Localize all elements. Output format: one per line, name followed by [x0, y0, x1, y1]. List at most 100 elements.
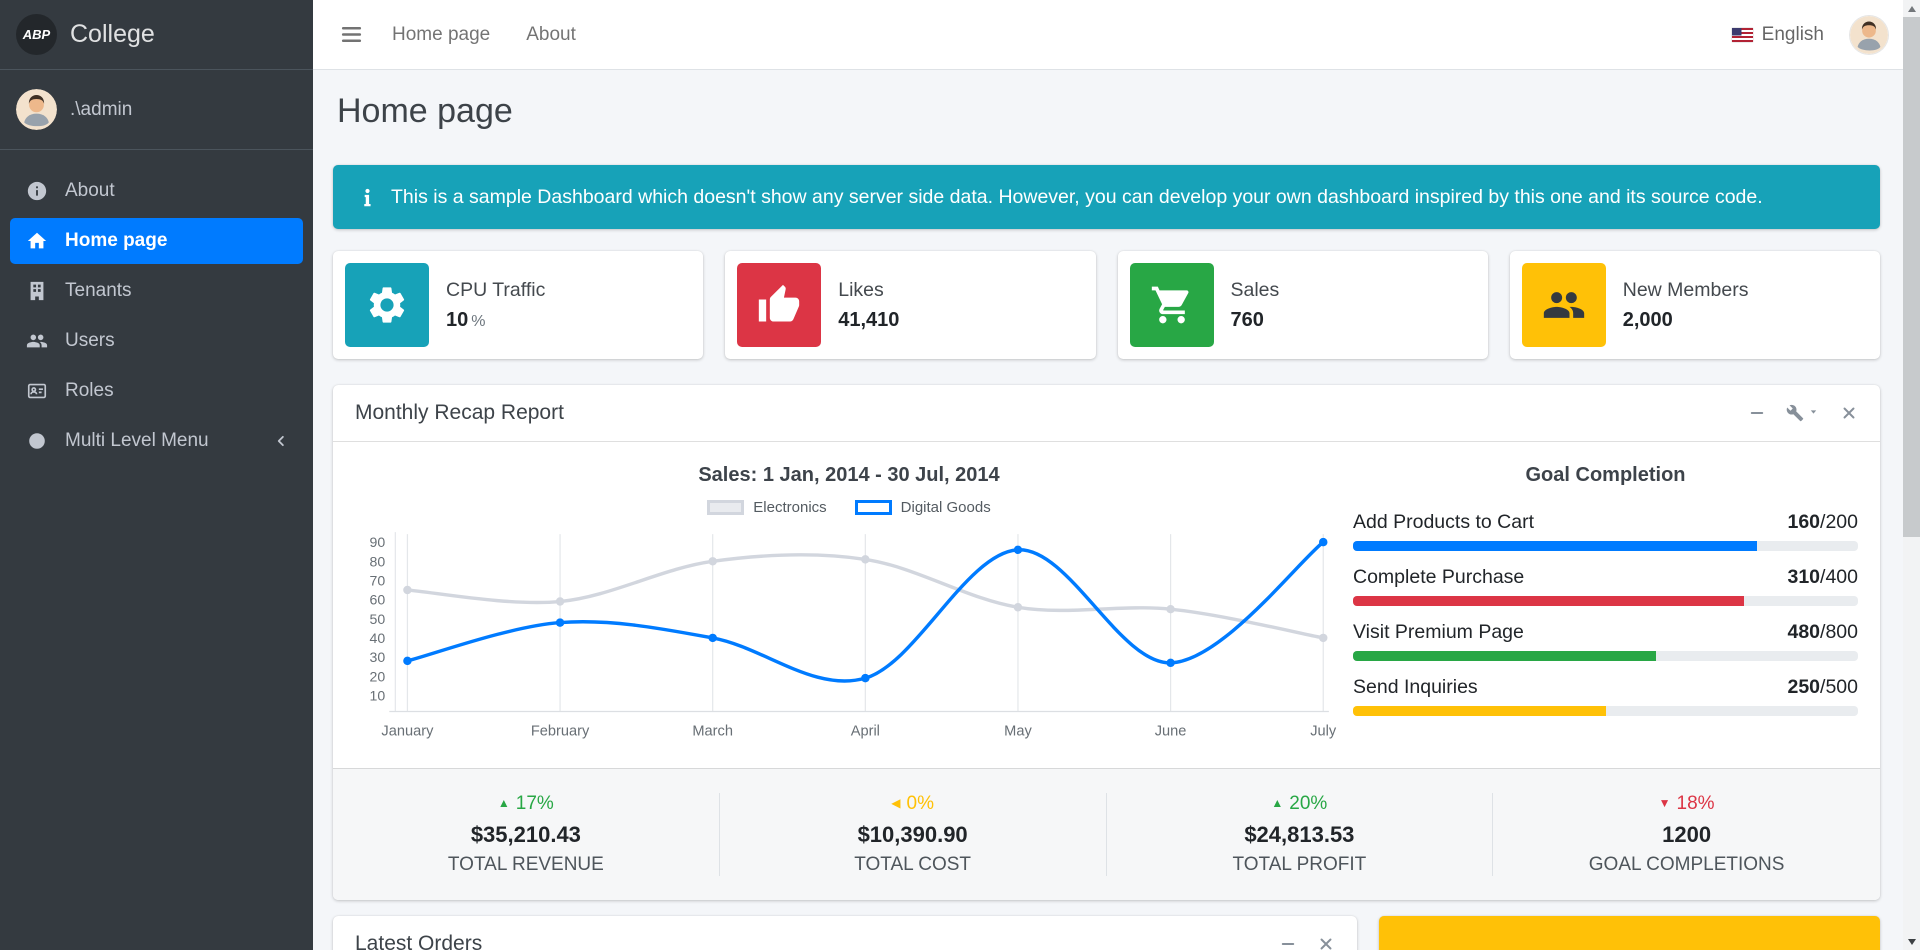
monthly-recap-card: Monthly Recap Report Sales: 1 Jan, 2014 … [333, 385, 1880, 900]
svg-text:60: 60 [370, 592, 386, 608]
sales-chart-title: Sales: 1 Jan, 2014 - 30 Jul, 2014 [698, 464, 1000, 486]
goal-value: 250/500 [1787, 676, 1858, 698]
navbar-link-about[interactable]: About [526, 24, 576, 46]
info-box-label: CPU Traffic [446, 278, 546, 301]
recap-card-header: Monthly Recap Report [333, 385, 1880, 442]
stat-label: TOTAL COST [854, 853, 972, 875]
info-alert: This is a sample Dashboard which doesn't… [333, 165, 1880, 229]
user-avatar[interactable] [16, 89, 57, 130]
scroll-down-button[interactable] [1903, 933, 1920, 950]
top-navbar: Home page About English [313, 0, 1920, 70]
stat-goal-completions: ▼ 18% 1200 GOAL COMPLETIONS [1493, 793, 1880, 876]
language-selector[interactable]: English [1731, 24, 1824, 46]
user-name[interactable]: .\admin [70, 99, 132, 121]
sidebar-item-label: Users [65, 330, 115, 351]
page-title: Home page [337, 92, 513, 130]
stat-label: TOTAL REVENUE [447, 853, 604, 875]
sidebar-item-users[interactable]: Users [10, 318, 303, 364]
scroll-thumb[interactable] [1903, 17, 1920, 537]
brand[interactable]: ABP College [0, 0, 313, 70]
sidebar-nav: About Home page Tenants Users Roles Multi Lev… [0, 150, 313, 464]
svg-text:January: January [381, 724, 434, 740]
collapse-button[interactable] [1279, 935, 1297, 950]
alert-text: This is a sample Dashboard which doesn't… [391, 185, 1763, 208]
svg-text:20: 20 [370, 668, 386, 684]
svg-text:April: April [851, 724, 880, 740]
goal-progress-bar [1353, 596, 1858, 606]
us-flag-icon [1731, 27, 1753, 42]
sidebar-item-label: Multi Level Menu [65, 430, 209, 451]
abp-logo: ABP [16, 14, 57, 55]
goal-visit-premium-page: Visit Premium Page 480/800 [1353, 621, 1858, 661]
legend-swatch [854, 500, 892, 515]
stat-delta: ▲ 20% [1271, 792, 1328, 814]
sidebar-item-about[interactable]: About [10, 168, 303, 214]
caret-down-icon: ▼ [1658, 795, 1671, 810]
scroll-up-button[interactable] [1903, 0, 1920, 17]
sidebar-item-home-page[interactable]: Home page [10, 218, 303, 264]
info-box-content: New Members 2,000 [1623, 279, 1749, 332]
info-box-sales: Sales 760 [1117, 251, 1488, 359]
info-box-value: 10% [446, 308, 486, 331]
info-box-likes: Likes 41,410 [725, 251, 1096, 359]
goal-list: Add Products to Cart 160/200 Complete Purc… [1353, 511, 1858, 716]
goal-value: 160/200 [1787, 511, 1858, 533]
svg-text:June: June [1155, 724, 1187, 740]
info-box-content: CPU Traffic 10% [446, 279, 545, 332]
sidebar-item-tenants[interactable]: Tenants [10, 268, 303, 314]
sidebar-item-multi-level-menu[interactable]: Multi Level Menu [10, 418, 303, 464]
stat-value: 1200 [1662, 821, 1712, 847]
goal-complete-purchase: Complete Purchase 310/400 [1353, 566, 1858, 606]
gear-icon [345, 263, 429, 347]
goal-send-inquiries: Send Inquiries 250/500 [1353, 676, 1858, 716]
svg-text:90: 90 [370, 534, 386, 550]
info-box-cpu-traffic: CPU Traffic 10% [333, 251, 704, 359]
main-area: Home page About English Home page This i… [313, 0, 1920, 950]
page-content: Home page This is a sample Dashboard whi… [313, 70, 1920, 950]
collapse-button[interactable] [1748, 404, 1766, 422]
sidebar-item-roles[interactable]: Roles [10, 368, 303, 414]
page-scrollbar[interactable] [1903, 0, 1920, 950]
navbar-link-home-page[interactable]: Home page [392, 24, 490, 46]
svg-text:March: March [692, 724, 733, 740]
info-box-label: New Members [1622, 278, 1749, 301]
navbar-avatar[interactable] [1850, 15, 1888, 54]
svg-text:July: July [1310, 724, 1337, 740]
goal-value: 310/400 [1787, 566, 1858, 588]
goal-progress-bar [1353, 651, 1858, 661]
info-icon [357, 187, 378, 208]
goal-label: Send Inquiries [1353, 676, 1478, 698]
stat-label: TOTAL PROFIT [1232, 853, 1367, 875]
stat-delta: ▲ 17% [497, 792, 554, 814]
info-box-content: Sales 760 [1231, 279, 1280, 332]
stat-delta: ◀ 0% [891, 792, 934, 814]
recap-card-title: Monthly Recap Report [355, 401, 564, 424]
info-box-value: 2,000 [1622, 308, 1673, 331]
close-button[interactable] [1317, 935, 1335, 950]
svg-text:30: 30 [370, 649, 386, 665]
legend-item-digital-goods[interactable]: Digital Goods [854, 499, 991, 516]
sidebar-item-label: Tenants [65, 280, 132, 301]
app-root: ABP College .\admin About Home page Tenant… [0, 0, 1920, 950]
goal-add-products-to-cart: Add Products to Cart 160/200 [1353, 511, 1858, 551]
legend-item-electronics[interactable]: Electronics [707, 499, 827, 516]
settings-dropdown-button[interactable] [1786, 402, 1820, 424]
user-panel: .\admin [0, 70, 313, 150]
svg-text:May: May [1004, 724, 1032, 740]
close-button[interactable] [1840, 404, 1858, 422]
goal-completion-title: Goal Completion [1525, 464, 1686, 486]
stat-delta: ▼ 18% [1658, 792, 1715, 814]
goal-label: Complete Purchase [1353, 566, 1525, 588]
stat-value: $35,210.43 [470, 821, 581, 847]
caret-down-icon [1807, 402, 1820, 424]
svg-text:10: 10 [370, 687, 386, 703]
info-box-suffix: % [471, 312, 486, 330]
chart-legend: Electronics Digital Goods [355, 499, 1343, 516]
sidebar-item-label: About [65, 180, 115, 201]
legend-swatch [707, 500, 745, 515]
info-box-value: 41,410 [838, 308, 900, 331]
goal-progress-bar [1353, 706, 1858, 716]
user-group-icon [1521, 263, 1606, 347]
svg-text:70: 70 [370, 572, 386, 588]
hamburger-menu-icon[interactable] [339, 22, 364, 47]
